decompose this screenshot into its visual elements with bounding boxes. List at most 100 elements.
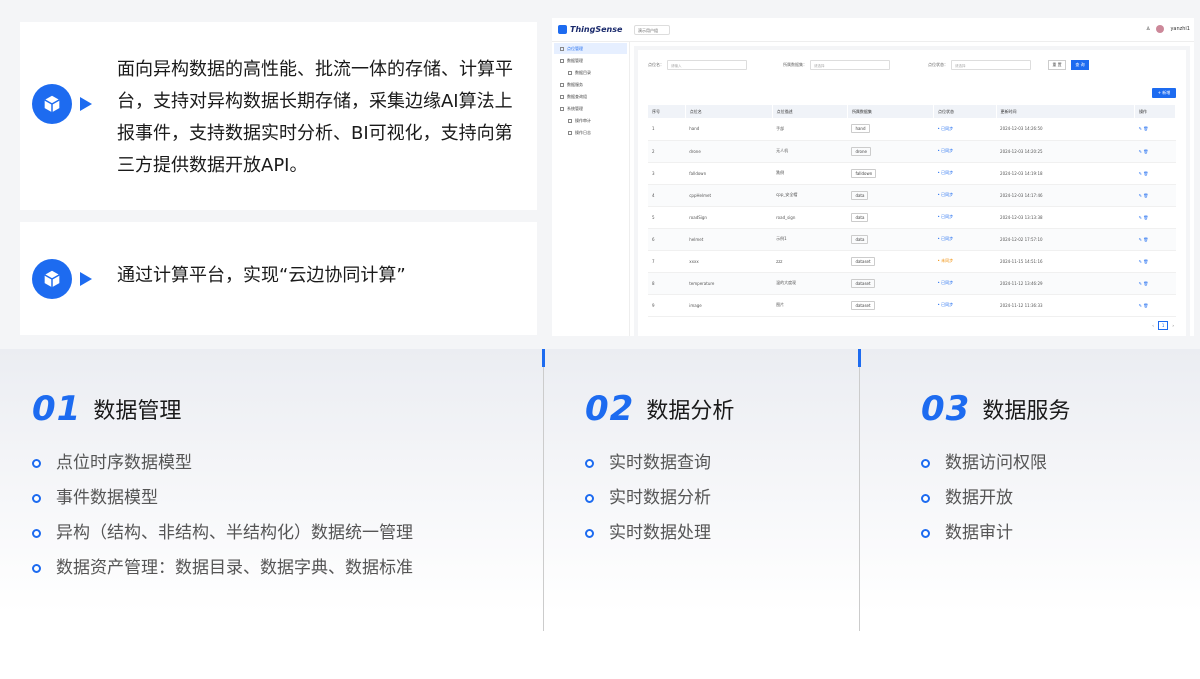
list-item: 数据开放	[921, 486, 1070, 521]
prev-page-icon[interactable]: ‹	[1152, 323, 1154, 328]
sidebar-item-system[interactable]: 系统管理	[554, 103, 627, 114]
update-time: 2024-12-03 14:17:46	[996, 184, 1135, 207]
edit-icon[interactable]: ✎	[1139, 171, 1142, 176]
menu-icon	[560, 106, 564, 111]
point-name: cppHelmet	[685, 184, 773, 207]
tenant-select[interactable]: 演示用户组	[634, 25, 670, 35]
sidebar-item-point[interactable]: 点位管理	[554, 43, 627, 54]
actions-cell: ✎ 🗑	[1134, 162, 1176, 185]
sidebar-item-data[interactable]: 数据管理	[554, 55, 627, 66]
list-item: 实时数据查询	[585, 451, 734, 486]
column-header: 点位状态	[933, 105, 997, 118]
dataset-cell: data	[847, 184, 934, 207]
edit-icon[interactable]: ✎	[1139, 193, 1142, 198]
delete-icon[interactable]: 🗑	[1143, 259, 1148, 264]
delete-icon[interactable]: 🗑	[1143, 193, 1148, 198]
row-number: 5	[648, 206, 686, 229]
status-badge: • 已同步	[937, 125, 954, 131]
menu-icon	[568, 70, 572, 75]
current-page[interactable]: 1	[1157, 321, 1169, 330]
add-button[interactable]: + 新增	[1152, 88, 1176, 98]
delete-icon[interactable]: 🗑	[1143, 171, 1148, 176]
bullet-icon	[32, 564, 41, 573]
section-number: 02	[585, 389, 635, 429]
table-row: 1 hand 手部 hand • 已同步 2024-12-03 14:26:50 ✎ 🗑	[648, 118, 1176, 141]
status-badge: • 未同步	[937, 258, 954, 263]
sidebar-item-log[interactable]: 操作日志	[554, 127, 627, 138]
sidebar-item-service[interactable]: 数据服务	[554, 79, 627, 90]
delete-icon[interactable]: 🗑	[1143, 126, 1148, 131]
point-name: hand	[685, 118, 773, 141]
dataset-tag: data	[851, 234, 869, 244]
divider-accent	[858, 349, 861, 367]
point-desc: 温的大度现	[772, 272, 848, 295]
sidebar-item-query[interactable]: 数据查询组	[554, 91, 627, 102]
user-name[interactable]: yanzhi1	[1170, 26, 1190, 32]
actions-cell: ✎ 🗑	[1134, 294, 1176, 317]
avatar[interactable]	[1156, 25, 1165, 33]
edit-icon[interactable]: ✎	[1139, 281, 1142, 286]
status-cell: • 已同步	[933, 118, 997, 141]
edit-icon[interactable]: ✎	[1139, 237, 1142, 242]
update-time: 2024-12-03 14:26:50	[996, 118, 1135, 141]
name-input[interactable]: 请输入	[667, 60, 747, 70]
status-cell: • 已同步	[933, 206, 997, 229]
section-title: 数据管理	[93, 399, 182, 424]
status-cell: • 已同步	[933, 184, 997, 207]
delete-icon[interactable]: 🗑	[1143, 281, 1148, 286]
status-badge: • 已同步	[937, 148, 954, 153]
section-number: 03	[921, 389, 971, 429]
pagination: ‹ 1 ›	[1152, 321, 1174, 330]
dataset-tag: dataset	[851, 256, 875, 266]
list-item: 点位时序数据模型	[32, 451, 413, 486]
query-button[interactable]: 查 询	[1071, 60, 1089, 70]
actions-cell: ✎ 🗑	[1134, 206, 1176, 229]
status-badge: • 已同步	[937, 236, 954, 241]
list-item: 异构（结构、非结构、半结构化）数据统一管理	[32, 521, 413, 556]
status-select[interactable]: 请选择	[951, 60, 1031, 70]
actions-cell: ✎ 🗑	[1134, 272, 1176, 295]
row-number: 6	[648, 228, 686, 251]
dataset-tag: data	[851, 190, 869, 200]
update-time: 2024-12-03 14:20:25	[996, 140, 1135, 163]
dataset-tag: falldown	[851, 168, 877, 178]
content-panel: 点位名： 请输入 所属数据集： 请选择 点位状态： 请选择 重 置 查 询 + 新增 …	[638, 50, 1186, 336]
delete-icon[interactable]: 🗑	[1143, 215, 1148, 220]
feature-list: 点位时序数据模型 事件数据模型 异构（结构、非结构、半结构化）数据统一管理 数据…	[32, 451, 413, 591]
row-number: 2	[648, 140, 686, 163]
section-data-management: 01 数据管理 点位时序数据模型 事件数据模型 异构（结构、非结构、半结构化）数据…	[32, 389, 413, 591]
reset-button[interactable]: 重 置	[1048, 60, 1066, 70]
row-number: 3	[648, 162, 686, 185]
sidebar-item-catalog[interactable]: 数据目录	[554, 67, 627, 78]
sidebar: 点位管理 数据管理 数据目录 数据服务 数据查询组 系统管理 操作审计 操作日志	[552, 42, 630, 336]
row-number: 4	[648, 184, 686, 207]
edit-icon[interactable]: ✎	[1139, 303, 1142, 308]
sidebar-item-audit[interactable]: 操作审计	[554, 115, 627, 126]
list-item: 实时数据分析	[585, 486, 734, 521]
point-desc: 跌倒	[772, 162, 848, 185]
dataset-select[interactable]: 请选择	[810, 60, 890, 70]
menu-icon	[560, 94, 564, 99]
menu-icon	[568, 118, 572, 123]
edit-icon[interactable]: ✎	[1139, 149, 1142, 154]
delete-icon[interactable]: 🗑	[1143, 149, 1148, 154]
table-row: 5 roadSign road_sign data • 已同步 2024-12-03 13…	[648, 206, 1176, 229]
point-name: roadSign	[685, 206, 773, 229]
section-title: 数据分析	[646, 399, 735, 424]
edit-icon[interactable]: ✎	[1139, 215, 1142, 220]
edit-icon[interactable]: ✎	[1139, 259, 1142, 264]
menu-icon	[560, 58, 564, 63]
column-header: 点位描述	[772, 105, 848, 118]
column-header: 序号	[648, 105, 686, 118]
point-desc: 示例1	[772, 228, 848, 251]
menu-icon	[560, 46, 564, 51]
edit-icon[interactable]: ✎	[1139, 126, 1142, 131]
dataset-tag: dataset	[851, 278, 875, 288]
delete-icon[interactable]: 🗑	[1143, 237, 1148, 242]
next-page-icon[interactable]: ›	[1172, 323, 1174, 328]
filter-status: 点位状态： 请选择	[928, 60, 1031, 70]
delete-icon[interactable]: 🗑	[1143, 303, 1148, 308]
dataset-tag: hand	[851, 124, 870, 134]
table-row: 8 temperature 温的大度现 dataset • 已同步 2024-11-12 …	[648, 272, 1176, 295]
person-icon[interactable]: ♙	[1146, 26, 1150, 32]
